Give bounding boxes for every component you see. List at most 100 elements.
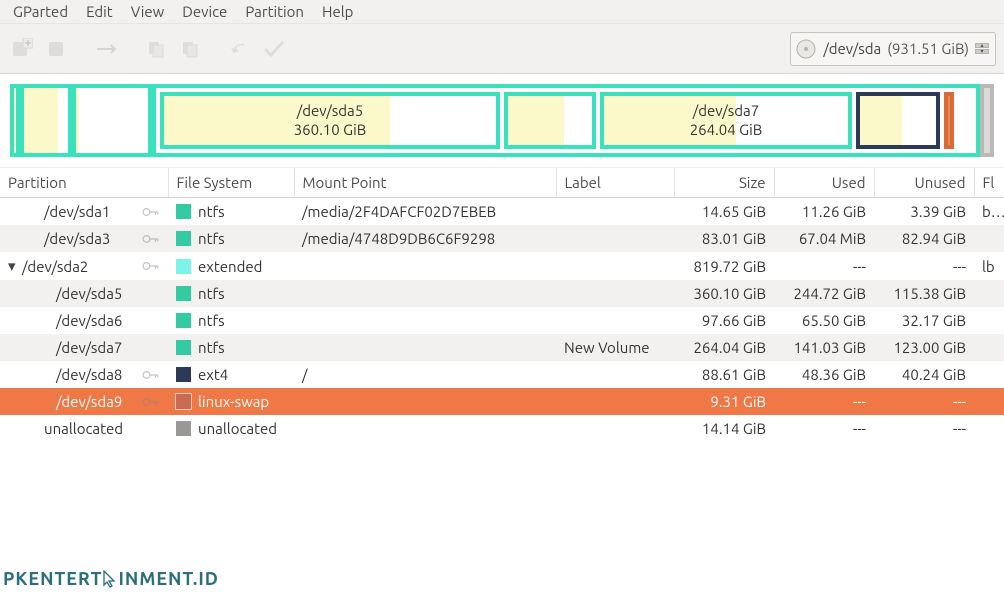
harddisk-icon bbox=[795, 38, 817, 60]
col-unused[interactable]: Unused bbox=[874, 168, 974, 198]
unused: 40.24 GiB bbox=[874, 361, 974, 388]
table-row[interactable]: ▾/dev/sda2extended819.72 GiB------lb bbox=[0, 252, 1004, 280]
menu-device[interactable]: Device bbox=[173, 1, 236, 22]
label: New Volume bbox=[556, 334, 674, 361]
size: 14.14 GiB bbox=[674, 415, 774, 442]
table-row[interactable]: /dev/sda7ntfsNew Volume264.04 GiB141.03 … bbox=[0, 334, 1004, 361]
mount-point bbox=[294, 334, 556, 361]
unused: 82.94 GiB bbox=[874, 225, 974, 252]
diskmap-unallocated[interactable] bbox=[980, 84, 994, 157]
col-mount-point[interactable]: Mount Point bbox=[294, 168, 556, 198]
partition-table-wrap: PartitionFile SystemMount PointLabelSize… bbox=[0, 168, 1004, 591]
disk-map[interactable]: /dev/sda5360.10 GiB/dev/sda7264.04 GiB bbox=[0, 74, 1004, 168]
new-partition-button[interactable] bbox=[8, 34, 36, 64]
fs-name: ntfs bbox=[198, 285, 225, 302]
resize-move-button[interactable] bbox=[92, 34, 120, 64]
device-selector[interactable]: /dev/sda (931.51 GiB) ▴▾ bbox=[790, 32, 996, 66]
mount-point: /media/2F4DAFCF02D7EBEB bbox=[294, 198, 556, 226]
used: 65.50 GiB bbox=[774, 307, 874, 334]
menu-partition[interactable]: Partition bbox=[236, 1, 313, 22]
col-label[interactable]: Label bbox=[556, 168, 674, 198]
unused: --- bbox=[874, 252, 974, 280]
col-fl[interactable]: Fl bbox=[974, 168, 1004, 198]
diskmap-segment[interactable]: /dev/sda7264.04 GiB bbox=[600, 92, 852, 149]
col-file-system[interactable]: File System bbox=[168, 168, 294, 198]
diskmap-segment[interactable] bbox=[504, 92, 596, 149]
used: 67.04 MiB bbox=[774, 225, 874, 252]
table-row[interactable]: /dev/sda9linux-swap9.31 GiB------ bbox=[0, 388, 1004, 415]
partition-name: /dev/sda7 bbox=[56, 339, 122, 356]
fs-swatch bbox=[176, 367, 191, 382]
key-icon bbox=[142, 205, 160, 219]
used: --- bbox=[774, 252, 874, 280]
flags bbox=[974, 307, 1004, 334]
undo-button[interactable] bbox=[226, 34, 254, 64]
used: --- bbox=[774, 388, 874, 415]
col-size[interactable]: Size bbox=[674, 168, 774, 198]
menu-help[interactable]: Help bbox=[313, 1, 362, 22]
label bbox=[556, 361, 674, 388]
mount-point bbox=[294, 307, 556, 334]
apply-button[interactable] bbox=[260, 34, 288, 64]
diskmap-segment[interactable] bbox=[10, 84, 20, 157]
size: 819.72 GiB bbox=[674, 252, 774, 280]
partition-name: unallocated bbox=[44, 420, 123, 437]
table-header-row[interactable]: PartitionFile SystemMount PointLabelSize… bbox=[0, 168, 1004, 198]
size: 264.04 GiB bbox=[674, 334, 774, 361]
mount-point bbox=[294, 388, 556, 415]
device-size: (931.51 GiB) bbox=[887, 40, 969, 57]
fs-name: extended bbox=[198, 258, 262, 275]
key-icon bbox=[142, 259, 160, 273]
table-row[interactable]: /dev/sda8ext4/88.61 GiB48.36 GiB40.24 Gi… bbox=[0, 361, 1004, 388]
fs-swatch bbox=[176, 204, 191, 219]
paste-button[interactable] bbox=[176, 34, 204, 64]
expand-icon[interactable]: ▾ bbox=[8, 257, 18, 275]
size: 360.10 GiB bbox=[674, 280, 774, 307]
toolbar: /dev/sda (931.51 GiB) ▴▾ bbox=[0, 24, 1004, 74]
label bbox=[556, 252, 674, 280]
diskmap-extended[interactable]: /dev/sda5360.10 GiB/dev/sda7264.04 GiB bbox=[152, 84, 980, 157]
used: 11.26 GiB bbox=[774, 198, 874, 226]
size: 14.65 GiB bbox=[674, 198, 774, 226]
menu-gparted[interactable]: GParted bbox=[4, 1, 77, 22]
fs-swatch bbox=[176, 286, 191, 301]
menubar[interactable]: GPartedEditViewDevicePartitionHelp bbox=[0, 0, 1004, 24]
label bbox=[556, 415, 674, 442]
table-row[interactable]: /dev/sda1ntfs/media/2F4DAFCF02D7EBEB14.6… bbox=[0, 198, 1004, 226]
table-row[interactable]: /dev/sda3ntfs/media/4748D9DB6C6F929883.0… bbox=[0, 225, 1004, 252]
diskmap-segment[interactable] bbox=[20, 84, 72, 157]
menu-edit[interactable]: Edit bbox=[77, 1, 122, 22]
partition-table[interactable]: PartitionFile SystemMount PointLabelSize… bbox=[0, 168, 1004, 442]
device-spinner[interactable]: ▴▾ bbox=[975, 43, 989, 54]
diskmap-segment[interactable] bbox=[856, 92, 940, 149]
copy-button[interactable] bbox=[142, 34, 170, 64]
fs-name: linux-swap bbox=[198, 393, 269, 410]
partition-name: /dev/sda6 bbox=[56, 312, 122, 329]
table-row[interactable]: /dev/sda6ntfs97.66 GiB65.50 GiB32.17 GiB bbox=[0, 307, 1004, 334]
col-used[interactable]: Used bbox=[774, 168, 874, 198]
menu-view[interactable]: View bbox=[122, 1, 174, 22]
device-path: /dev/sda bbox=[823, 40, 881, 57]
table-row[interactable]: unallocatedunallocated14.14 GiB------ bbox=[0, 415, 1004, 442]
fs-name: ntfs bbox=[198, 230, 225, 247]
col-partition[interactable]: Partition bbox=[0, 168, 168, 198]
flags: lb bbox=[974, 252, 1004, 280]
key-icon bbox=[142, 395, 160, 409]
unused: 115.38 GiB bbox=[874, 280, 974, 307]
table-row[interactable]: /dev/sda5ntfs360.10 GiB244.72 GiB115.38 … bbox=[0, 280, 1004, 307]
diskmap-segment[interactable] bbox=[944, 92, 954, 149]
diskmap-segment[interactable] bbox=[72, 84, 152, 157]
fs-swatch bbox=[176, 231, 191, 246]
diskmap-segment[interactable]: /dev/sda5360.10 GiB bbox=[160, 92, 500, 149]
fs-swatch bbox=[176, 340, 191, 355]
unused: 32.17 GiB bbox=[874, 307, 974, 334]
size: 88.61 GiB bbox=[674, 361, 774, 388]
fs-swatch bbox=[176, 394, 191, 409]
size: 9.31 GiB bbox=[674, 388, 774, 415]
fs-name: ntfs bbox=[198, 312, 225, 329]
label bbox=[556, 198, 674, 226]
partition-name: /dev/sda1 bbox=[44, 203, 110, 220]
fs-swatch bbox=[176, 259, 191, 274]
partition-name: /dev/sda9 bbox=[56, 393, 122, 410]
delete-partition-button[interactable] bbox=[42, 34, 70, 64]
